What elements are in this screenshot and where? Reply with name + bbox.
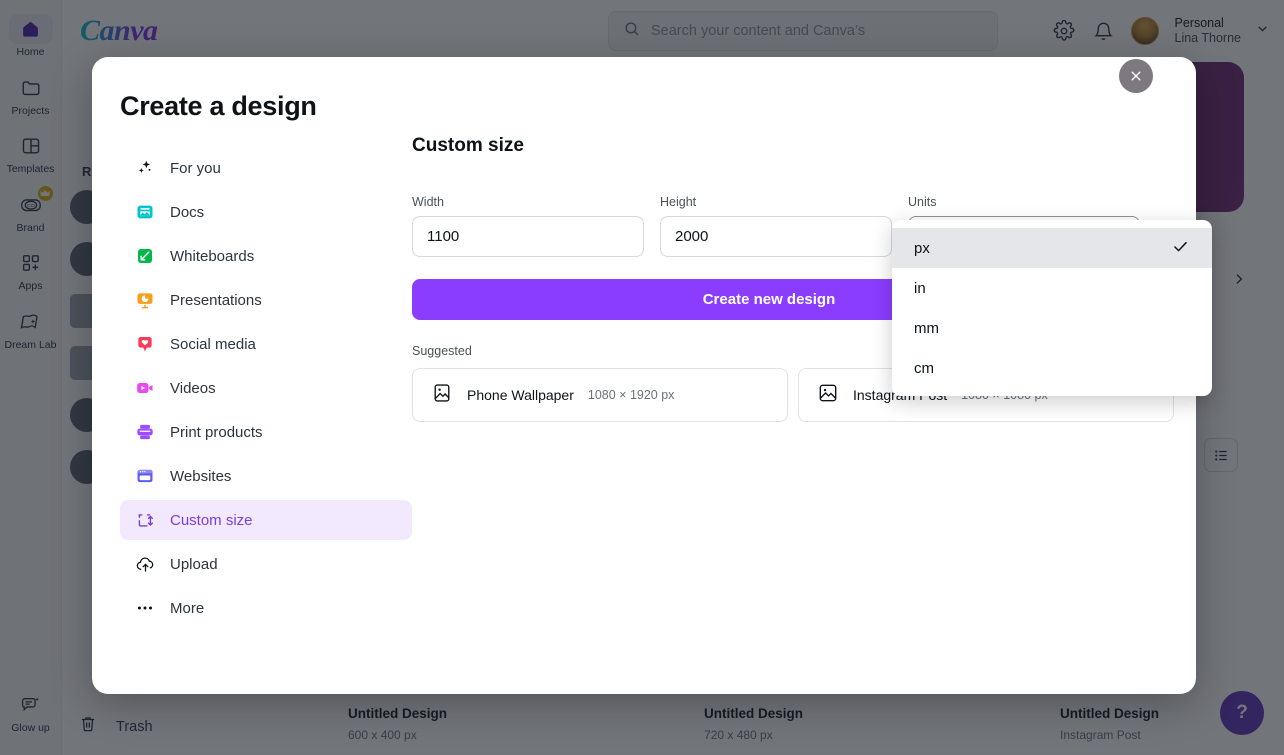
design-type-menu: For you Docs Whiteboards [120, 148, 412, 632]
menu-item-upload[interactable]: Upload [120, 544, 412, 584]
menu-item-label: Print products [170, 424, 263, 441]
menu-item-whiteboards[interactable]: Whiteboards [120, 236, 412, 276]
width-label: Width [412, 195, 644, 209]
menu-item-custom-size[interactable]: Custom size [120, 500, 412, 540]
units-label: Units [908, 195, 1140, 209]
suggested-card-name: Phone Wallpaper [467, 387, 574, 403]
menu-item-label: Videos [170, 380, 216, 397]
whiteboard-icon [134, 245, 156, 267]
menu-item-more[interactable]: More [120, 588, 412, 628]
menu-item-presentations[interactable]: Presentations [120, 280, 412, 320]
create-design-modal: Create a design For you Docs [92, 57, 1196, 694]
menu-item-social-media[interactable]: Social media [120, 324, 412, 364]
custom-size-icon [134, 509, 156, 531]
image-icon [817, 382, 839, 409]
website-icon [134, 465, 156, 487]
units-dropdown-menu: px in mm cm [892, 220, 1212, 396]
units-option-px[interactable]: px [892, 228, 1212, 268]
units-option-label: px [914, 240, 930, 257]
menu-item-for-you[interactable]: For you [120, 148, 412, 188]
menu-item-label: Social media [170, 336, 256, 353]
more-dots-icon [134, 597, 156, 619]
canva-homepage: Home Projects Templates [0, 0, 1284, 755]
units-option-in[interactable]: in [892, 268, 1212, 308]
suggested-card-phone-wallpaper[interactable]: Phone Wallpaper 1080 × 1920 px [412, 368, 788, 422]
social-media-icon [134, 333, 156, 355]
menu-item-label: Upload [170, 556, 218, 573]
menu-item-print-products[interactable]: Print products [120, 412, 412, 452]
units-option-label: cm [914, 360, 934, 377]
height-field-group: Height 2000 [660, 195, 892, 257]
menu-item-label: More [170, 600, 204, 617]
units-option-label: mm [914, 320, 939, 337]
menu-item-label: Docs [170, 204, 204, 221]
units-option-label: in [914, 280, 926, 297]
presentation-icon [134, 289, 156, 311]
sparkle-icon [134, 157, 156, 179]
close-icon[interactable] [1119, 59, 1153, 93]
modal-title: Create a design [120, 91, 412, 122]
modal-sidebar: Create a design For you Docs [92, 57, 412, 694]
width-input[interactable]: 1100 [412, 216, 644, 257]
phone-wallpaper-icon [431, 382, 453, 409]
width-field-group: Width 1100 [412, 195, 644, 257]
suggested-card-dimensions: 1080 × 1920 px [588, 388, 675, 402]
printer-icon [134, 421, 156, 443]
upload-cloud-icon [134, 553, 156, 575]
menu-item-label: For you [170, 160, 221, 177]
height-label: Height [660, 195, 892, 209]
units-option-mm[interactable]: mm [892, 308, 1212, 348]
check-icon [1171, 237, 1190, 260]
panel-title: Custom size [412, 135, 1196, 157]
menu-item-label: Websites [170, 468, 231, 485]
height-input[interactable]: 2000 [660, 216, 892, 257]
menu-item-docs[interactable]: Docs [120, 192, 412, 232]
menu-item-videos[interactable]: Videos [120, 368, 412, 408]
video-icon [134, 377, 156, 399]
menu-item-label: Custom size [170, 512, 253, 529]
menu-item-label: Whiteboards [170, 248, 254, 265]
units-option-cm[interactable]: cm [892, 348, 1212, 388]
menu-item-websites[interactable]: Websites [120, 456, 412, 496]
menu-item-label: Presentations [170, 292, 262, 309]
docs-icon [134, 201, 156, 223]
